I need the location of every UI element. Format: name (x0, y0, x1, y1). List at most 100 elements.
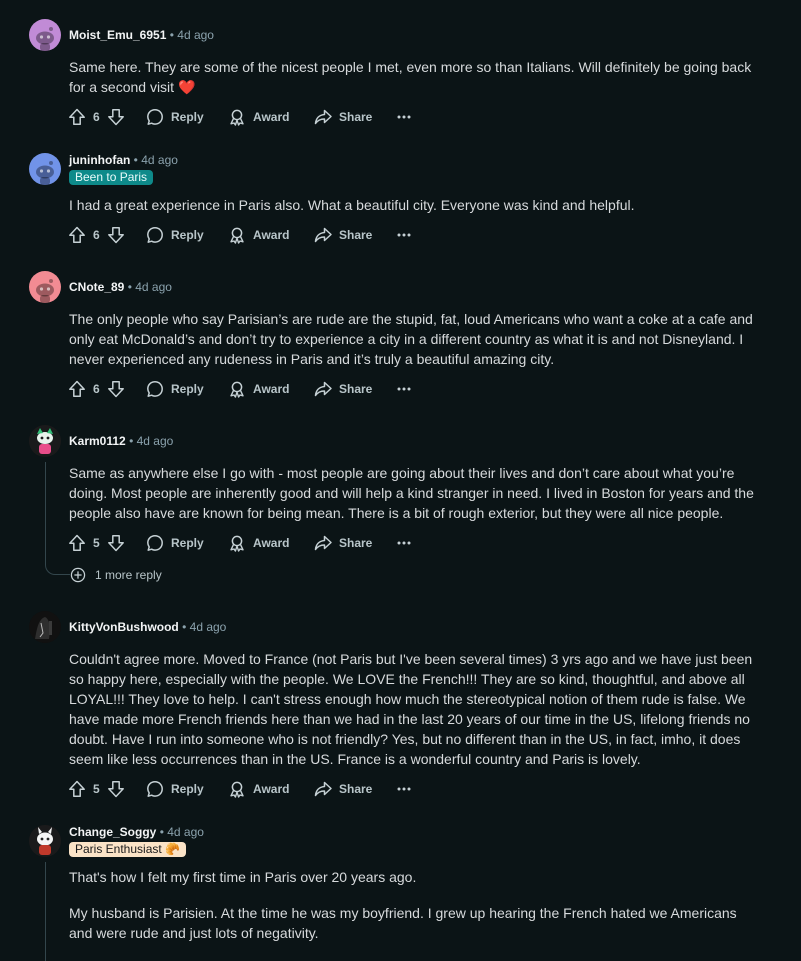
comment-meta: KittyVonBushwood • 4d ago (69, 619, 226, 635)
share-button[interactable]: Share (313, 777, 372, 801)
timestamp[interactable]: 4d ago (177, 28, 214, 42)
avatar[interactable] (29, 825, 61, 857)
reply-label: Reply (171, 228, 204, 242)
timestamp[interactable]: 4d ago (167, 825, 204, 839)
comment-body: The only people who say Parisian’s are r… (69, 309, 759, 369)
more-replies-label: 1 more reply (95, 568, 162, 582)
comment-paragraph: Couldn't agree more. Moved to France (no… (69, 651, 753, 767)
more-options-button[interactable] (394, 223, 414, 247)
reply-button[interactable]: Reply (145, 377, 204, 401)
upvote-button[interactable] (67, 105, 87, 129)
downvote-button[interactable] (106, 377, 126, 401)
award-button[interactable]: Award (227, 105, 289, 129)
share-icon (313, 533, 333, 553)
downvote-icon (106, 779, 126, 799)
share-icon (313, 779, 333, 799)
vote-count: 6 (93, 110, 100, 124)
share-button[interactable]: Share (313, 223, 372, 247)
award-label: Award (253, 228, 290, 242)
award-icon (227, 225, 247, 245)
comment-body: I had a great experience in Paris also. … (69, 195, 759, 215)
share-icon (313, 379, 333, 399)
author-name[interactable]: CNote_89 (69, 280, 124, 294)
share-button[interactable]: Share (313, 531, 372, 555)
author-name[interactable]: Karm0112 (69, 434, 126, 448)
vote-count: 5 (93, 782, 100, 796)
more-options-button[interactable] (394, 377, 414, 401)
award-icon (227, 779, 247, 799)
timestamp[interactable]: 4d ago (137, 434, 174, 448)
comment-meta: CNote_89 • 4d ago (69, 279, 172, 295)
share-icon (313, 225, 333, 245)
award-button[interactable]: Award (227, 223, 289, 247)
avatar[interactable] (29, 425, 61, 457)
upvote-icon (67, 533, 87, 553)
avatar[interactable] (29, 153, 61, 185)
downvote-button[interactable] (106, 223, 126, 247)
share-button[interactable]: Share (313, 377, 372, 401)
thread-line[interactable] (45, 462, 46, 562)
award-button[interactable]: Award (227, 377, 289, 401)
separator-dot: • (159, 825, 164, 839)
comment-body: Same here. They are some of the nicest p… (69, 57, 759, 97)
comment-bubble-icon (145, 779, 165, 799)
more-options-icon (394, 107, 414, 127)
vote-count: 5 (93, 536, 100, 550)
comment-paragraph: Same here. They are some of the nicest p… (69, 59, 752, 95)
comment-paragraph: I had a great experience in Paris also. … (69, 197, 635, 213)
more-options-button[interactable] (394, 105, 414, 129)
reply-button[interactable]: Reply (145, 777, 204, 801)
reply-label: Reply (171, 782, 204, 796)
upvote-button[interactable] (67, 531, 87, 555)
separator-dot: • (133, 153, 138, 167)
comment-meta: Karm0112 • 4d ago (69, 433, 173, 449)
timestamp[interactable]: 4d ago (190, 620, 227, 634)
custom-avatar-icon (29, 825, 61, 857)
author-name[interactable]: juninhofan (69, 153, 130, 167)
share-label: Share (339, 228, 373, 242)
comment-meta: juninhofan • 4d ago (69, 152, 178, 168)
downvote-button[interactable] (106, 777, 126, 801)
downvote-button[interactable] (106, 531, 126, 555)
author-name[interactable]: Change_Soggy (69, 825, 156, 839)
upvote-icon (67, 225, 87, 245)
avatar[interactable] (29, 19, 61, 51)
comment-paragraph: My husband is Parisien. At the time he w… (69, 905, 737, 941)
downvote-icon (106, 107, 126, 127)
upvote-button[interactable] (67, 377, 87, 401)
award-button[interactable]: Award (227, 777, 289, 801)
upvote-button[interactable] (67, 777, 87, 801)
more-replies-button[interactable]: 1 more reply (69, 566, 162, 584)
comment-body: That's how I felt my first time in Paris… (69, 867, 759, 943)
reply-button[interactable]: Reply (145, 223, 204, 247)
award-button[interactable]: Award (227, 531, 289, 555)
award-label: Award (253, 782, 290, 796)
author-name[interactable]: KittyVonBushwood (69, 620, 179, 634)
avatar[interactable] (29, 611, 61, 643)
separator-dot: • (169, 28, 174, 42)
award-label: Award (253, 382, 290, 396)
comment-paragraph: That's how I felt my first time in Paris… (69, 869, 417, 885)
timestamp[interactable]: 4d ago (135, 280, 172, 294)
reply-label: Reply (171, 110, 204, 124)
plus-circle-icon (69, 566, 87, 584)
share-label: Share (339, 782, 373, 796)
downvote-icon (106, 533, 126, 553)
reply-button[interactable]: Reply (145, 105, 204, 129)
thread-line[interactable] (45, 862, 46, 961)
award-icon (227, 107, 247, 127)
comment-bubble-icon (145, 107, 165, 127)
more-options-button[interactable] (394, 777, 414, 801)
timestamp[interactable]: 4d ago (141, 153, 178, 167)
snoo-avatar-icon (29, 153, 61, 185)
reply-button[interactable]: Reply (145, 531, 204, 555)
snoo-avatar-icon (29, 271, 61, 303)
downvote-button[interactable] (106, 105, 126, 129)
more-options-button[interactable] (394, 531, 414, 555)
separator-dot: • (182, 620, 187, 634)
reply-label: Reply (171, 536, 204, 550)
avatar[interactable] (29, 271, 61, 303)
author-name[interactable]: Moist_Emu_6951 (69, 28, 166, 42)
share-button[interactable]: Share (313, 105, 372, 129)
upvote-button[interactable] (67, 223, 87, 247)
